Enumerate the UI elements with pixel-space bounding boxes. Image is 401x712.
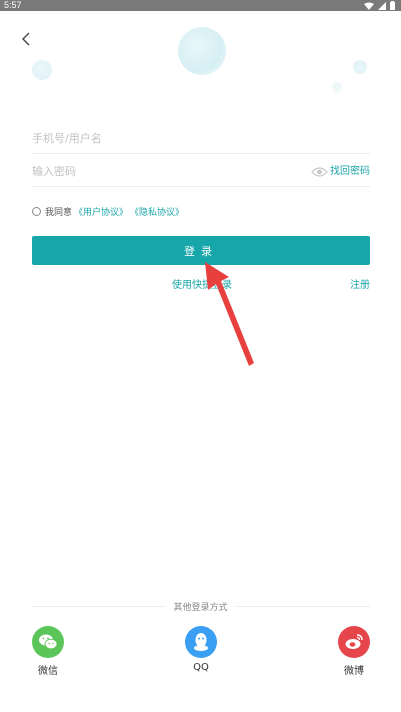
privacy-agreement-link[interactable]: 《隐私协议》: [130, 205, 184, 218]
battery-icon: [390, 1, 395, 10]
wechat-label: 微信: [38, 666, 58, 677]
signal-icon: [378, 1, 386, 10]
register-link[interactable]: 注册: [350, 276, 370, 291]
weibo-login[interactable]: 微博: [334, 626, 374, 677]
back-arrow-icon[interactable]: [18, 30, 36, 48]
qq-login[interactable]: QQ: [181, 626, 221, 673]
qq-label: QQ: [193, 662, 209, 673]
wifi-icon: [364, 2, 374, 10]
wechat-icon[interactable]: [32, 626, 64, 658]
weibo-label: 微博: [344, 666, 364, 677]
find-password-link[interactable]: 找回密码: [330, 162, 370, 177]
eye-icon[interactable]: [311, 163, 328, 177]
agree-prefix: 我同意: [45, 208, 73, 218]
username-placeholder: 手机号/用户名: [32, 132, 102, 145]
status-bar: 5:57: [0, 0, 401, 11]
login-button[interactable]: 登录: [32, 236, 370, 265]
quick-login-link[interactable]: 使用快捷登录: [172, 276, 232, 291]
decor-bubble: [32, 60, 52, 80]
decor-bubble: [353, 60, 367, 74]
password-placeholder: 输入密码: [32, 165, 76, 178]
decor-bubble: [178, 27, 226, 75]
agree-radio[interactable]: [32, 207, 41, 216]
username-field[interactable]: 手机号/用户名: [32, 120, 370, 154]
other-login-title: 其他登录方式: [0, 600, 401, 613]
agreement-row: 我同意 《用户协议》 《隐私协议》: [32, 205, 184, 218]
user-agreement-link[interactable]: 《用户协议》: [74, 205, 128, 218]
password-field[interactable]: 输入密码 找回密码: [32, 153, 370, 187]
status-icons: [364, 1, 395, 10]
weibo-icon[interactable]: [338, 626, 370, 658]
wechat-login[interactable]: 微信: [28, 626, 68, 677]
decor-bubble: [332, 82, 342, 92]
status-time: 5:57: [4, 0, 22, 10]
qq-icon[interactable]: [185, 626, 217, 658]
